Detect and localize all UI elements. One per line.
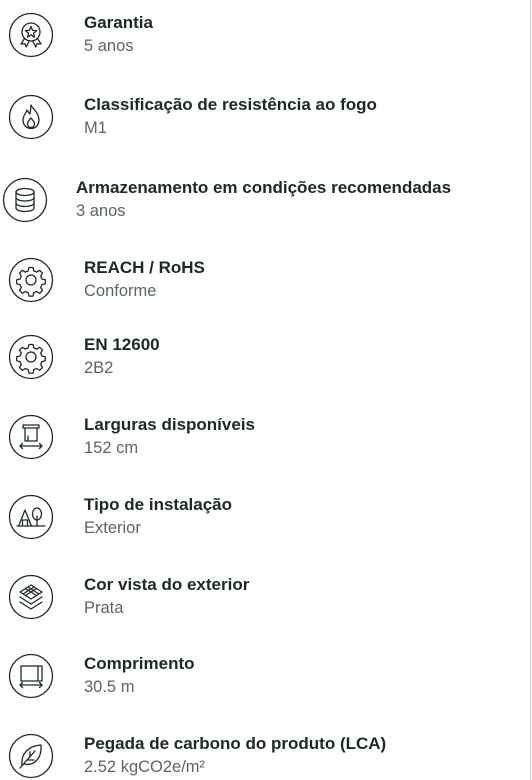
spec-value: 2.52 kgCO2e/m² (84, 758, 206, 776)
gear-icon (8, 257, 54, 303)
spec-title: Pegada de carbono do produto (LCA) (84, 734, 387, 753)
length-icon (8, 653, 54, 699)
spec-text: Larguras disponíveis 152 cm (84, 414, 255, 459)
spec-title: Larguras disponíveis (84, 415, 255, 434)
roll-width-icon (8, 414, 54, 460)
spec-item-en-12600: EN 12600 2B2 (0, 334, 530, 394)
spec-item-garantia: Garantia 5 anos (0, 12, 530, 72)
spec-item-carbon-footprint: Pegada de carbono do produto (LCA) 2.52 … (0, 733, 530, 780)
spec-value: 30.5 m (84, 678, 135, 696)
spec-item-widths: Larguras disponíveis 152 cm (0, 414, 530, 474)
spec-item-exterior-color: Cor vista do exterior Prata (0, 574, 530, 634)
spec-item-installation-type: Tipo de instalação Exterior (0, 494, 530, 554)
spec-text: Armazenamento em condições recomendadas … (76, 177, 451, 222)
spec-title: EN 12600 (84, 335, 160, 354)
badge-star-icon (8, 12, 54, 58)
spec-title: Garantia (84, 13, 153, 32)
house-tree-icon (8, 494, 54, 540)
spec-text: Pegada de carbono do produto (LCA) 2.52 … (84, 733, 386, 778)
spec-value: M1 (84, 119, 107, 137)
spec-value: Prata (84, 599, 124, 617)
spec-value: 152 cm (84, 439, 139, 457)
spec-list: Garantia 5 anos Classificação de resistê… (0, 0, 532, 780)
spec-title: REACH / RoHS (84, 258, 205, 277)
gear-icon (8, 334, 54, 380)
spec-text: EN 12600 2B2 (84, 334, 160, 379)
leaf-icon (8, 733, 54, 779)
spec-item-reach-rohs: REACH / RoHS Conforme (0, 257, 530, 317)
spec-value: Conforme (84, 282, 157, 300)
spec-title: Armazenamento em condições recomendadas (76, 178, 452, 197)
spec-value: 2B2 (84, 359, 114, 377)
spec-title: Comprimento (84, 654, 195, 673)
spec-item-length: Comprimento 30.5 m (0, 653, 530, 713)
flame-icon (8, 94, 54, 140)
database-icon (2, 177, 48, 223)
spec-text: Garantia 5 anos (84, 12, 153, 57)
spec-text: Cor vista do exterior Prata (84, 574, 249, 619)
spec-text: Tipo de instalação Exterior (84, 494, 232, 539)
spec-title: Cor vista do exterior (84, 575, 250, 594)
spec-text: Classificação de resistência ao fogo M1 (84, 94, 377, 139)
scrollbar-divider (530, 0, 531, 780)
spec-text: Comprimento 30.5 m (84, 653, 195, 698)
spec-title: Classificação de resistência ao fogo (84, 95, 377, 114)
spec-value: 5 anos (84, 37, 134, 55)
layers-icon (8, 574, 54, 620)
spec-title: Tipo de instalação (84, 495, 233, 514)
spec-item-fire-rating: Classificação de resistência ao fogo M1 (0, 94, 530, 154)
spec-value: Exterior (84, 519, 141, 537)
spec-text: REACH / RoHS Conforme (84, 257, 205, 302)
spec-value: 3 anos (76, 202, 126, 220)
spec-item-storage: Armazenamento em condições recomendadas … (0, 177, 530, 237)
